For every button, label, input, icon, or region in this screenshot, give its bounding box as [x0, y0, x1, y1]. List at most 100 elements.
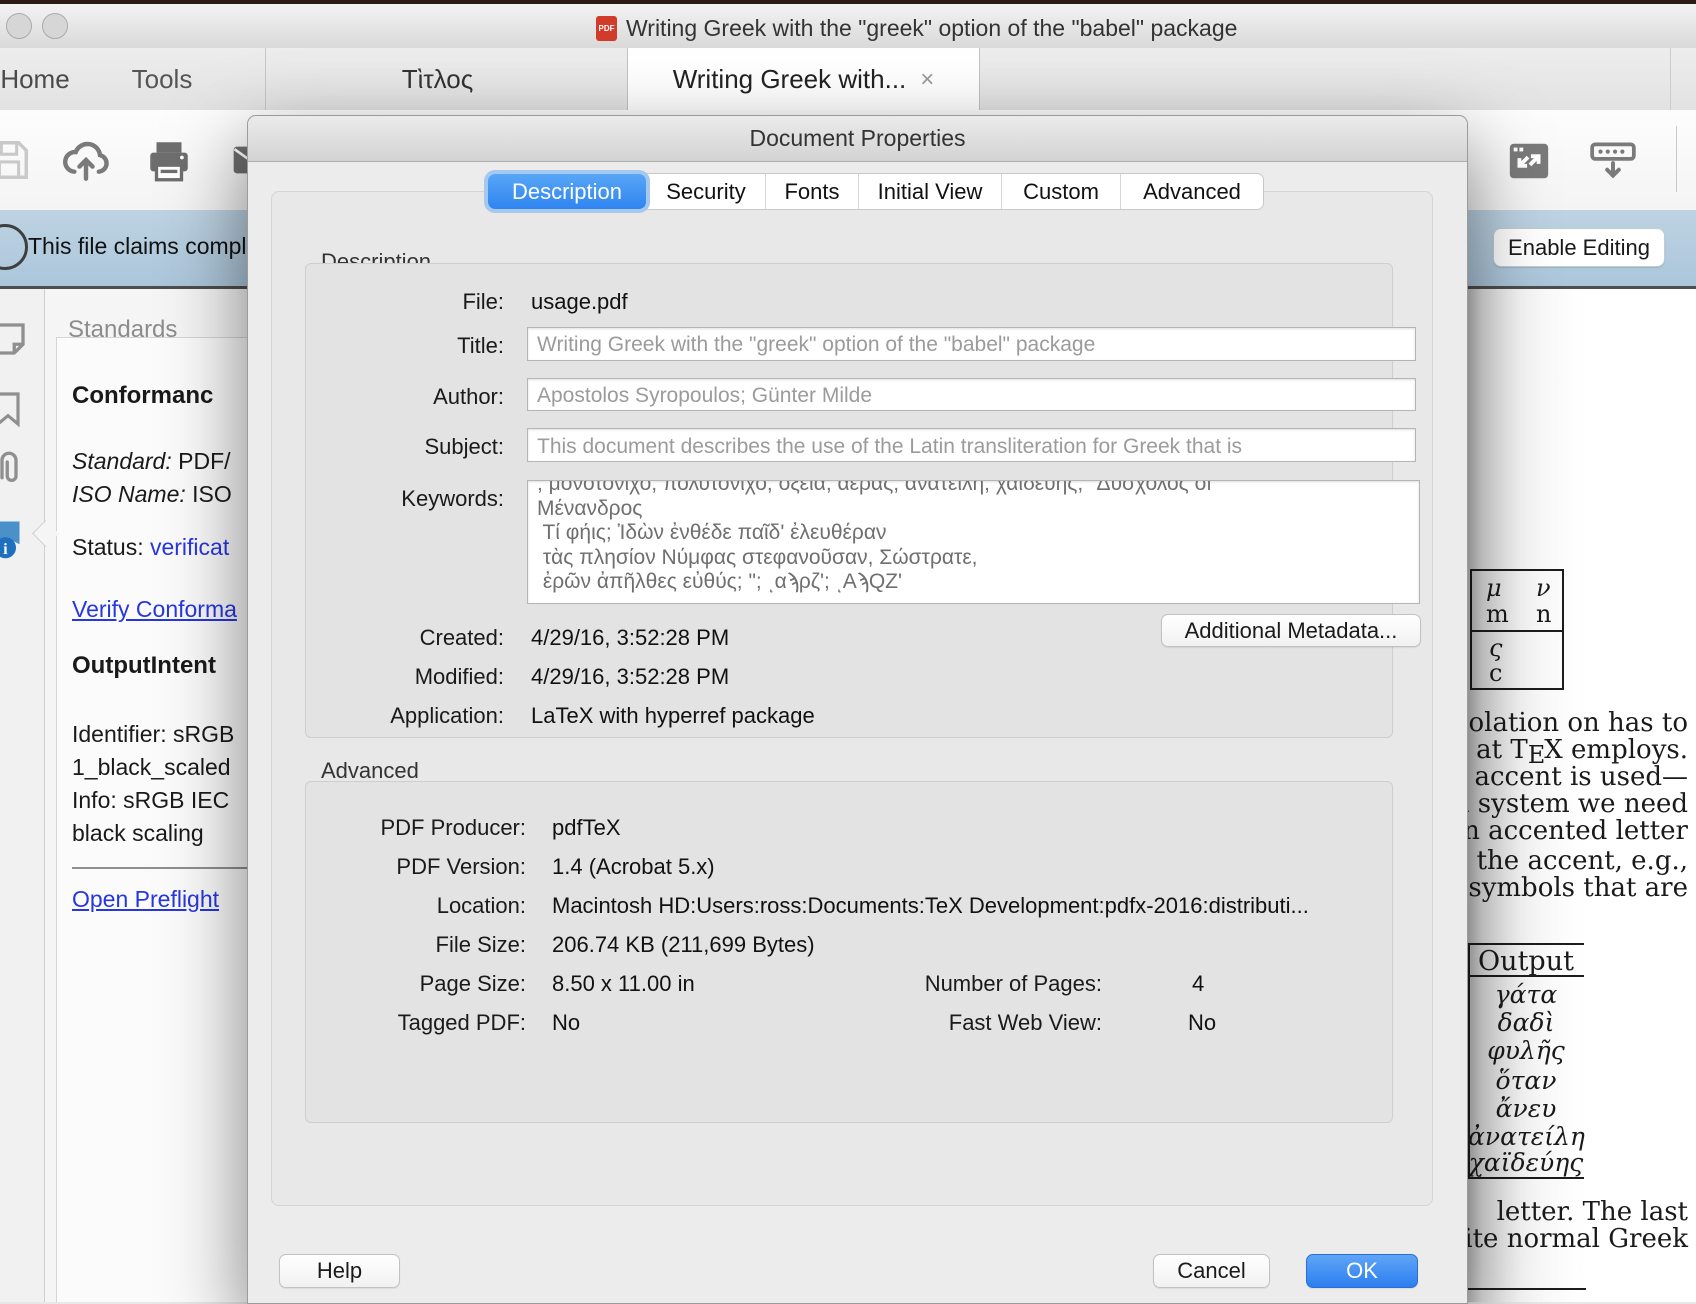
output-word: φυλῆς — [1468, 1036, 1584, 1065]
close-window-button[interactable] — [6, 13, 32, 39]
notification-message: This file claims compli — [28, 233, 252, 260]
dialog-titlebar[interactable]: Document Properties — [248, 116, 1467, 162]
ok-button[interactable]: OK — [1306, 1254, 1418, 1288]
tagged-pdf-label: Tagged PDF: — [398, 1010, 526, 1036]
tab-home[interactable]: Home — [0, 48, 90, 110]
modified-label: Modified: — [415, 664, 504, 690]
output-table-rule — [1468, 943, 1584, 945]
document-properties-dialog: Document Properties Description Security… — [247, 115, 1468, 1304]
created-value: 4/29/16, 3:52:28 PM — [531, 625, 729, 651]
pdf-text-line: solation on has to — [1455, 708, 1688, 738]
pdf-version-label: PDF Version: — [396, 854, 526, 880]
output-word: ὅταν — [1468, 1066, 1584, 1095]
conformance-heading: Conformanc — [72, 382, 213, 410]
verify-conformance-link[interactable]: Verify Conforma — [72, 596, 237, 623]
table-cell: n — [1536, 600, 1551, 628]
standard-value: PDF/ — [172, 448, 231, 474]
output-table-header: Output — [1468, 946, 1584, 977]
tab-security[interactable]: Security — [646, 174, 765, 209]
output-table-rule — [1468, 1177, 1584, 1179]
print-icon[interactable] — [144, 136, 194, 186]
standards-icon[interactable]: i — [0, 518, 30, 560]
subject-line2: defined by the LGR font encoding and the… — [537, 461, 1166, 462]
active-tab-label: Writing Greek with... — [673, 64, 907, 95]
author-label: Author: — [433, 384, 504, 410]
minimize-window-button[interactable] — [42, 13, 68, 39]
tab-description[interactable]: Description — [488, 174, 646, 209]
cancel-button[interactable]: Cancel — [1153, 1254, 1270, 1288]
subject-label: Subject: — [425, 434, 505, 460]
file-label: File: — [462, 289, 504, 315]
page-size-label: Page Size: — [420, 971, 526, 997]
fit-window-icon[interactable] — [1506, 138, 1552, 184]
hide-toolbar-icon[interactable] — [1588, 136, 1638, 186]
status-label: Status: — [72, 534, 150, 560]
pdf-file-icon: PDF — [596, 16, 617, 41]
additional-metadata-button[interactable]: Additional Metadata... — [1161, 614, 1421, 647]
keywords-field[interactable]: ; μονοτονιχο; πολυτονιχο; οξεια; αερας; … — [527, 480, 1420, 604]
dialog-tab-strip: Description Security Fonts Initial View … — [487, 173, 1264, 210]
file-value: usage.pdf — [531, 289, 628, 315]
open-preflight-link[interactable]: Open Preflight — [72, 886, 219, 913]
location-label: Location: — [437, 893, 526, 919]
window-titlebar: PDF Writing Greek with the "greek" optio… — [0, 4, 1696, 49]
standard-label: Standard: — [72, 448, 172, 474]
application-label: Application: — [390, 703, 504, 729]
advanced-group: PDF Producer: pdfTeX PDF Version: 1.4 (A… — [305, 781, 1393, 1123]
window-title: Writing Greek with the "greek" option of… — [626, 15, 1237, 42]
enable-editing-button[interactable]: Enable Editing — [1493, 228, 1665, 267]
panel-divider — [72, 867, 247, 869]
status-value: verificat — [150, 534, 229, 560]
outputintents-heading: OutputIntent — [72, 652, 216, 680]
file-size-label: File Size: — [436, 932, 526, 958]
number-of-pages-value: 4 — [1192, 971, 1204, 997]
output-word: γάτα — [1468, 980, 1584, 1009]
attachments-icon[interactable] — [0, 448, 30, 490]
pdf-text-line: l system we need — [1461, 789, 1688, 819]
tab-tools[interactable]: Tools — [112, 48, 212, 110]
identifier-line: Identifier: sRGB — [72, 721, 234, 748]
status-line: Status: verificat — [72, 534, 229, 561]
pdf-page: μ ν m n ς c solation on has to at TEX em… — [1466, 289, 1696, 1302]
tab-fonts[interactable]: Fonts — [765, 174, 858, 209]
help-button[interactable]: Help — [279, 1254, 400, 1288]
tab-advanced[interactable]: Advanced — [1120, 174, 1263, 209]
footnote-rule — [1468, 1288, 1586, 1290]
tab-custom[interactable]: Custom — [1001, 174, 1120, 209]
tab-document-titlos[interactable]: Τὶτλος — [330, 48, 545, 110]
identifier-line: 1_black_scaled — [72, 754, 231, 781]
keywords-text: ; μονοτονιχο; πολυτονιχο; οξεια; αερας; … — [537, 480, 1419, 595]
save-icon[interactable] — [0, 137, 32, 183]
fast-web-view-label: Fast Web View: — [949, 1010, 1102, 1036]
close-icon[interactable]: × — [920, 68, 934, 92]
navigation-rail: i — [0, 289, 45, 1302]
output-word: δαδὶ — [1468, 1008, 1584, 1037]
title-field[interactable]: Writing Greek with the "greek" option of… — [527, 327, 1416, 361]
tab-initial-view[interactable]: Initial View — [858, 174, 1001, 209]
iso-label: ISO Name: — [72, 481, 186, 507]
tabbar-divider-right — [1670, 48, 1671, 110]
annotations-icon[interactable] — [0, 318, 30, 360]
location-value: Macintosh HD:Users:ross:Documents:TeX De… — [552, 893, 1309, 919]
bookmarks-icon[interactable] — [0, 389, 28, 429]
identifier-line: black scaling — [72, 820, 204, 847]
table-cell: μ — [1486, 574, 1502, 602]
file-size-value: 206.74 KB (211,699 Bytes) — [552, 932, 815, 958]
description-group: File: usage.pdf Title: Writing Greek wit… — [305, 263, 1393, 738]
standard-line: Standard: PDF/ — [72, 448, 231, 475]
pdf-text-line: the accent, e.g., — [1477, 846, 1688, 876]
output-table-rule — [1468, 975, 1584, 977]
upload-cloud-icon[interactable] — [58, 132, 114, 188]
title-label: Title: — [457, 333, 504, 359]
pdf-character-table: μ ν m n ς c — [1470, 569, 1564, 690]
tagged-pdf-value: No — [552, 1010, 580, 1036]
tab-document-active[interactable]: Writing Greek with... × — [627, 48, 980, 111]
subject-field[interactable]: This document describes the use of the L… — [527, 428, 1416, 462]
window-title-group: PDF Writing Greek with the "greek" optio… — [596, 14, 1237, 42]
keywords-label: Keywords: — [401, 486, 504, 512]
author-field[interactable]: Apostolos Syropoulos; Günter Milde — [527, 378, 1416, 411]
tabbar-divider — [265, 48, 266, 110]
created-label: Created: — [420, 625, 504, 651]
page-size-value: 8.50 x 11.00 in — [552, 971, 695, 997]
standards-panel: Standards Conformanc Standard: PDF/ ISO … — [45, 289, 247, 1302]
